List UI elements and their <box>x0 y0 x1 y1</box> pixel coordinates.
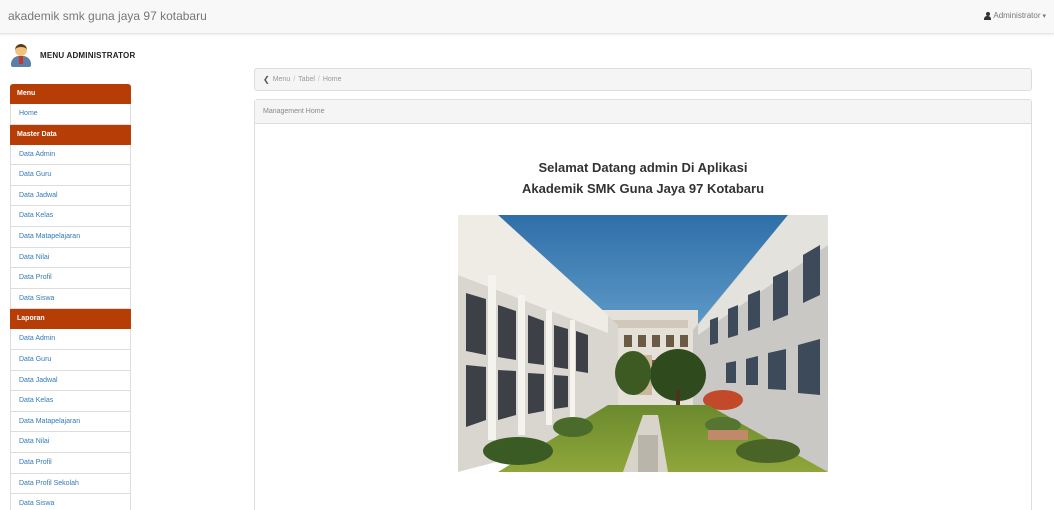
breadcrumb-item-home: Home <box>322 76 342 83</box>
chevron-left-icon: ❮ <box>263 75 270 84</box>
sidebar-item-data-siswa[interactable]: Data Siswa <box>10 288 131 310</box>
sidebar-item-laporan-data-guru[interactable]: Data Guru <box>10 349 131 371</box>
breadcrumb-separator: / <box>317 76 320 83</box>
sidebar-header-menu: Menu <box>10 84 131 104</box>
sidebar-item-laporan-data-siswa[interactable]: Data Siswa <box>10 494 131 510</box>
sidebar-item-laporan-data-profil-sekolah[interactable]: Data Profil Sekolah <box>10 473 131 495</box>
sidebar-item-data-nilai[interactable]: Data Nilai <box>10 247 131 269</box>
top-navbar: akademik smk guna jaya 97 kotabaru Admin… <box>0 0 1054 34</box>
caret-down-icon: ▾ <box>1042 12 1046 20</box>
admin-header: MENU ADMINISTRATOR <box>8 38 148 72</box>
user-menu-label: Administrator <box>993 11 1041 20</box>
user-icon <box>984 11 992 20</box>
sidebar-item-laporan-data-admin[interactable]: Data Admin <box>10 329 131 350</box>
admin-avatar-icon <box>10 42 32 68</box>
sidebar-item-data-admin[interactable]: Data Admin <box>10 144 131 166</box>
sidebar-item-laporan-data-profil[interactable]: Data Profil <box>10 452 131 474</box>
sidebar-item-data-jadwal[interactable]: Data Jadwal <box>10 185 131 207</box>
sidebar-item-laporan-data-jadwal[interactable]: Data Jadwal <box>10 370 131 392</box>
welcome-line-2: Akademik SMK Guna Jaya 97 Kotabaru <box>521 181 765 196</box>
breadcrumb-separator: / <box>293 76 296 83</box>
sidebar-header-master-data: Master Data <box>10 124 131 145</box>
sidebar-item-laporan-data-kelas[interactable]: Data Kelas <box>10 391 131 412</box>
main-panel: Management Home Selamat Datang admin Di … <box>254 99 1032 510</box>
welcome-line-1: Selamat Datang admin Di Aplikasi <box>538 160 748 175</box>
app-title[interactable]: akademik smk guna jaya 97 kotabaru <box>8 9 207 23</box>
breadcrumb-item-menu[interactable]: Menu <box>273 76 291 83</box>
user-menu[interactable]: Administrator ▾ <box>984 11 1046 20</box>
sidebar-item-data-matapelajaran[interactable]: Data Matapelajaran <box>10 226 131 248</box>
sidebar-item-data-kelas[interactable]: Data Kelas <box>10 206 131 227</box>
welcome-message: Selamat Datang admin Di Aplikasi Akademi… <box>255 157 1031 199</box>
panel-heading: Management Home <box>255 100 1031 124</box>
sidebar-header-laporan: Laporan <box>10 309 131 330</box>
sidebar-item-data-profil[interactable]: Data Profil <box>10 268 131 289</box>
sidebar: Menu Home Master Data Data Admin Data Gu… <box>10 84 131 510</box>
breadcrumb-item-tabel[interactable]: Tabel <box>298 76 315 83</box>
sidebar-item-laporan-data-matapelajaran[interactable]: Data Matapelajaran <box>10 411 131 433</box>
school-courtyard-photo <box>458 215 828 472</box>
sidebar-item-data-guru[interactable]: Data Guru <box>10 165 131 186</box>
sidebar-item-home[interactable]: Home <box>10 104 131 125</box>
breadcrumb: ❮ Menu / Tabel / Home <box>254 68 1032 91</box>
admin-title: MENU ADMINISTRATOR <box>40 50 136 60</box>
sidebar-item-laporan-data-nilai[interactable]: Data Nilai <box>10 432 131 453</box>
